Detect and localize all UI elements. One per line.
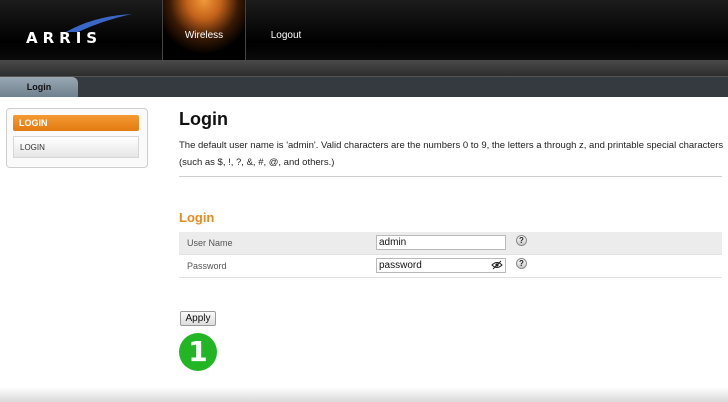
header-divider-bar <box>0 60 728 76</box>
subnav-tab-login[interactable]: Login <box>0 77 78 97</box>
page-description: The default user name is 'admin'. Valid … <box>179 140 724 168</box>
form-row-username: User Name ? <box>179 232 722 255</box>
password-label: Password <box>187 261 227 271</box>
eye-slash-icon[interactable] <box>491 260 503 270</box>
divider <box>179 176 722 177</box>
arris-swoosh-icon <box>66 14 132 32</box>
sidebar-header-login[interactable]: LOGIN <box>13 115 139 131</box>
section-title-login: Login <box>179 210 215 225</box>
apply-button[interactable]: Apply <box>180 311 216 326</box>
nav-tab-wireless[interactable]: Wireless <box>162 0 246 60</box>
top-header: ARRIS Wireless Logout <box>0 0 728 60</box>
sidebar: LOGIN LOGIN <box>6 108 148 168</box>
form-row-password: Password ? <box>179 255 722 278</box>
sidebar-item-login[interactable]: LOGIN <box>13 136 139 158</box>
help-icon[interactable]: ? <box>516 258 527 269</box>
username-input[interactable] <box>376 235 506 250</box>
password-input[interactable] <box>376 258 506 273</box>
help-icon[interactable]: ? <box>516 235 527 246</box>
sub-navigation: Login <box>0 76 728 97</box>
nav-tab-logout[interactable]: Logout <box>258 0 314 60</box>
page-title: Login <box>179 109 228 129</box>
footer-bar <box>0 387 728 402</box>
step-number-badge: 1 <box>179 333 217 371</box>
username-label: User Name <box>187 238 233 248</box>
